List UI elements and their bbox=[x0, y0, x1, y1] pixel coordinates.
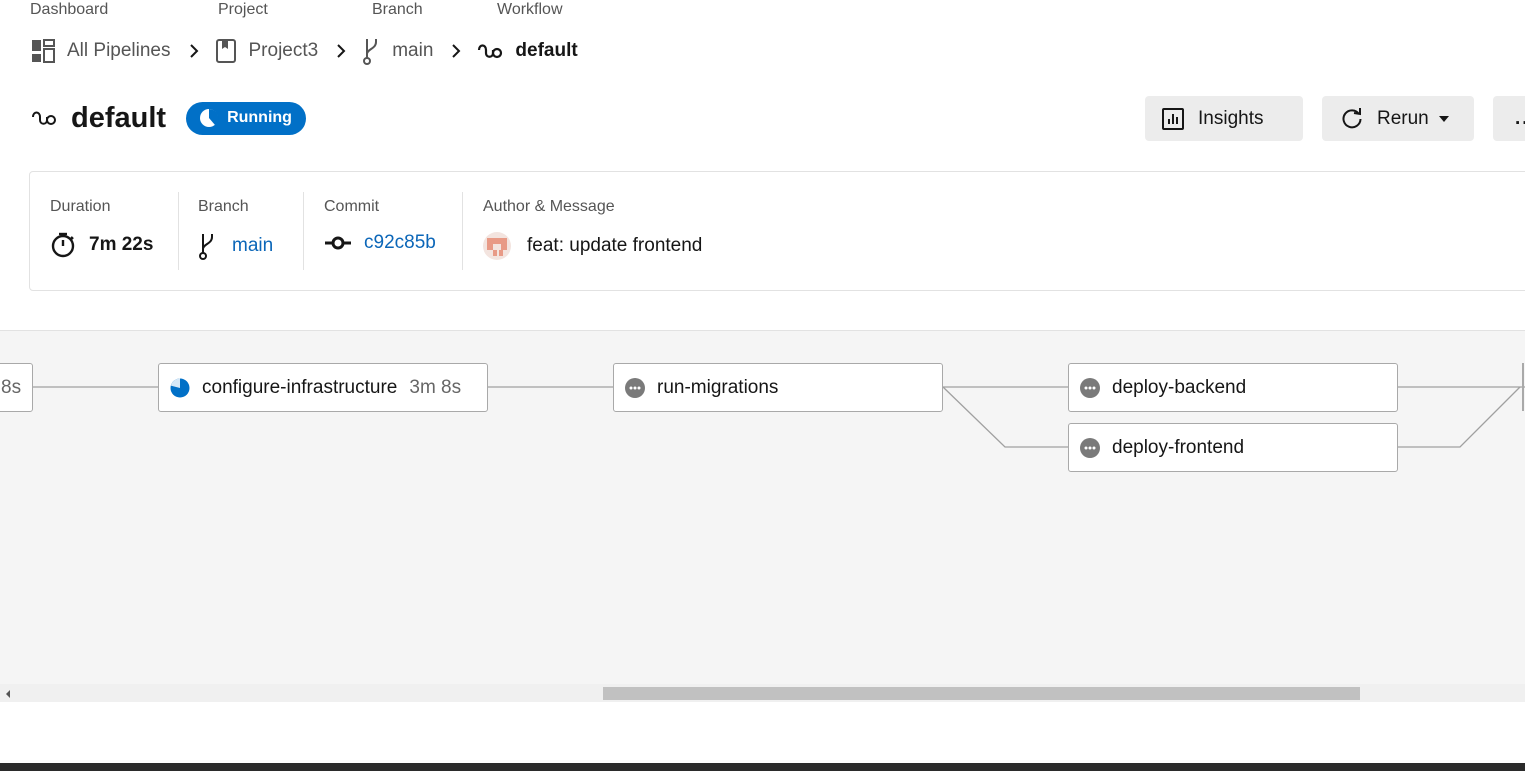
job-run-migrations[interactable]: run-migrations bbox=[613, 363, 943, 412]
job-duration: 3m 8s bbox=[409, 376, 462, 398]
dashboard-icon bbox=[32, 39, 55, 63]
workflow-graph: 8s configure-infrastructure 3m 8s run-mi… bbox=[0, 330, 1525, 702]
job-name: configure-infrastructure bbox=[202, 376, 398, 398]
running-icon bbox=[200, 108, 219, 127]
commit-message: feat: update frontend bbox=[527, 235, 703, 256]
breadcrumb-workflow: default bbox=[477, 40, 578, 62]
divider bbox=[462, 192, 463, 270]
not-run-icon bbox=[1080, 377, 1100, 398]
breadcrumb-all-pipelines[interactable]: All Pipelines bbox=[31, 39, 171, 63]
rerun-icon bbox=[1342, 107, 1362, 128]
breadcrumb-project[interactable]: Project3 bbox=[215, 39, 319, 63]
breadcrumb-branch[interactable]: main bbox=[362, 37, 433, 65]
chevron-right-icon bbox=[451, 43, 461, 59]
branch-icon bbox=[363, 39, 378, 65]
status-badge: Running bbox=[186, 101, 306, 135]
avatar bbox=[483, 232, 511, 260]
edge bbox=[942, 386, 1068, 448]
duration-value: 7m 22s bbox=[89, 234, 154, 255]
job-name: run-migrations bbox=[657, 376, 779, 398]
branch-section: Branch main bbox=[198, 192, 308, 272]
job-deploy-frontend[interactable]: deploy-frontend bbox=[1068, 423, 1398, 472]
caret-down-icon bbox=[1438, 115, 1449, 122]
workflow-icon bbox=[32, 111, 56, 125]
not-run-icon bbox=[1080, 437, 1100, 458]
insights-button[interactable]: Insights bbox=[1145, 96, 1303, 141]
job-name: deploy-backend bbox=[1112, 376, 1247, 398]
workflow-icon bbox=[478, 44, 503, 59]
breadcrumb-label-project: Project bbox=[218, 1, 268, 18]
job-deploy-backend[interactable]: deploy-backend bbox=[1068, 363, 1398, 412]
more-options-label: ... bbox=[1515, 107, 1525, 129]
scroll-left-arrow-icon[interactable] bbox=[6, 690, 10, 698]
chevron-right-icon bbox=[336, 43, 346, 59]
not-run-icon bbox=[625, 377, 645, 398]
insights-button-label: Insights bbox=[1198, 107, 1264, 129]
rerun-button[interactable]: Rerun bbox=[1322, 96, 1474, 141]
bottom-bar bbox=[0, 763, 1525, 771]
breadcrumb-label-branch: Branch bbox=[372, 1, 423, 18]
breadcrumb-label-dashboard: Dashboard bbox=[30, 1, 109, 18]
more-options-button[interactable]: ... bbox=[1493, 96, 1525, 141]
branch-label: Branch bbox=[198, 198, 249, 215]
project-icon bbox=[215, 39, 236, 63]
breadcrumb: All Pipelines Project3 main default bbox=[31, 36, 578, 66]
chevron-right-icon bbox=[189, 43, 199, 59]
author-message-section: Author & Message feat: update frontend bbox=[483, 192, 983, 272]
commit-section: Commit c92c85b bbox=[324, 192, 454, 272]
job-previous[interactable]: 8s bbox=[0, 363, 33, 412]
commit-link[interactable]: c92c85b bbox=[364, 232, 436, 254]
timer-icon bbox=[51, 232, 75, 258]
breadcrumb-all-pipelines-label: All Pipelines bbox=[67, 40, 171, 61]
pipeline-info-card: Duration 7m 22s Branch main Commit c92c8… bbox=[29, 171, 1525, 291]
status-badge-label: Running bbox=[227, 109, 292, 126]
rerun-button-label: Rerun bbox=[1377, 107, 1429, 129]
divider bbox=[303, 192, 304, 270]
commit-icon bbox=[325, 236, 351, 250]
branch-link[interactable]: main bbox=[232, 235, 273, 257]
branch-icon bbox=[199, 234, 213, 260]
insights-icon bbox=[1162, 107, 1184, 130]
author-message-label: Author & Message bbox=[483, 198, 615, 215]
duration-label: Duration bbox=[50, 198, 111, 215]
breadcrumb-branch-label: main bbox=[392, 40, 434, 61]
page-title: default bbox=[71, 101, 167, 134]
horizontal-scrollbar[interactable] bbox=[0, 684, 1525, 702]
duration-section: Duration 7m 22s bbox=[50, 192, 180, 272]
edge bbox=[1398, 386, 1521, 448]
job-previous-duration: 8s bbox=[1, 376, 22, 398]
divider bbox=[178, 192, 179, 270]
scrollbar-thumb[interactable] bbox=[603, 687, 1360, 700]
breadcrumb-workflow-label: default bbox=[515, 40, 578, 61]
page-header: default Running bbox=[31, 100, 306, 136]
commit-label: Commit bbox=[324, 198, 380, 215]
job-configure-infrastructure[interactable]: configure-infrastructure 3m 8s bbox=[158, 363, 488, 412]
breadcrumb-project-label: Project3 bbox=[248, 40, 319, 61]
job-name: deploy-frontend bbox=[1112, 436, 1245, 458]
breadcrumb-label-workflow: Workflow bbox=[497, 1, 563, 18]
running-icon bbox=[170, 378, 190, 398]
